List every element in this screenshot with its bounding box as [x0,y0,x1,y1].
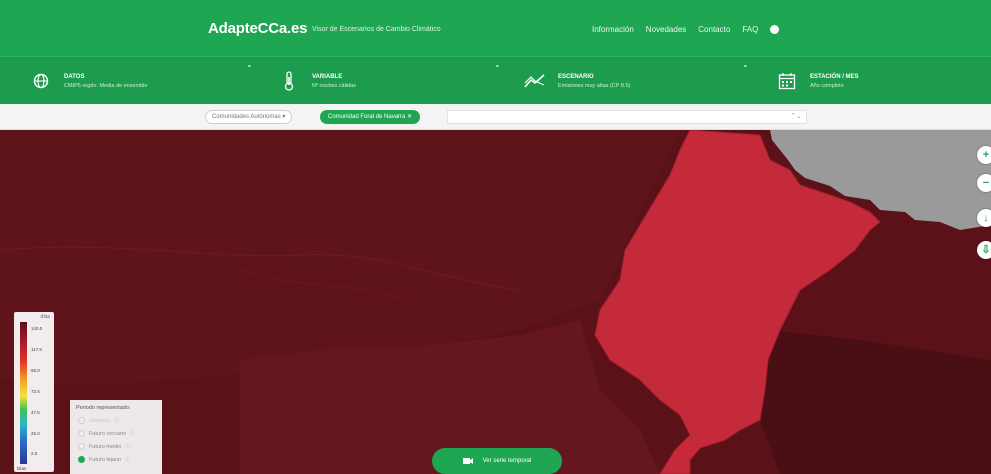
chevron-down-icon: ⌄ [742,60,749,69]
radio-checked-icon [78,456,85,463]
globe-icon [28,68,54,94]
legend-tick: 2.5 [31,451,38,456]
radio-icon [78,430,85,437]
selector-estacion[interactable]: ESTACIÓN / MES Año completo [774,57,974,105]
selector-variable[interactable]: VARIABLE Nº noches cálidas ⌄ [276,57,506,105]
period-option-medio[interactable]: Futuro medio ⓘ [70,443,162,450]
legend-tick: 117.5 [31,347,42,352]
legend-tick: 25.0 [31,431,40,436]
info-icon: ⓘ [130,431,136,437]
legend-color-bar [20,322,27,464]
legend-tick: 95.0 [31,368,40,373]
chevron-down-icon: ⌄ [246,60,253,69]
period-option-label: Futuro cercano [89,430,126,437]
legend-tick: 47.5 [31,410,40,415]
nav-faq[interactable]: FAQ [742,25,758,34]
brand-logo[interactable]: AdapteCCa.es [208,20,307,37]
nav-novedades[interactable]: Novedades [646,25,686,34]
selector-escenario-value: Emisiones muy altas (CP 8.5) [558,82,631,89]
selector-variable-value: Nº noches cálidas [312,82,356,89]
time-series-button[interactable]: Ver serie temporal [432,448,562,474]
site-tagline: Visor de Escenarios de Cambio Climático [312,26,441,33]
legend-tick: 72.5 [31,389,40,394]
period-panel-title: Periodo representado: [76,405,131,411]
top-header: AdapteCCa.es Visor de Escenarios de Camb… [0,0,991,56]
legend-tick: 140.0 [31,326,43,331]
selector-datos-value: CMIP5 regdo. Media de ensemble [64,82,148,89]
selector-variable-title: VARIABLE [312,73,343,80]
selector-datos[interactable]: DATOS CMIP5 regdo. Media de ensemble ⌄ [28,57,258,105]
region-search-input[interactable]: ⌃⌄ [447,110,807,124]
legend-bottom-label: Días [17,466,27,471]
radio-icon [78,443,85,450]
info-icon: ⓘ [114,418,120,424]
selected-region-chip[interactable]: Comunidad Foral de Navarra ✕ [320,110,421,124]
period-option-lejano[interactable]: Futuro lejano ⓘ [70,456,162,463]
selector-estacion-value: Año completo [810,82,844,89]
download-icon[interactable]: ↓ [977,209,991,227]
period-option-label: Futuro lejano [89,456,122,463]
nav-contacto[interactable]: Contacto [698,25,730,34]
time-series-label: Ver serie temporal [482,458,532,464]
region-type-dropdown[interactable]: Comunidades Autónomas ▾ [205,110,293,124]
period-option-historico[interactable]: Histórico ⓘ [70,417,162,424]
thermometer-icon [276,68,302,94]
period-option-cercano[interactable]: Futuro cercano ⓘ [70,430,162,437]
calendar-icon [774,68,800,94]
selector-estacion-title: ESTACIÓN / MES [810,73,859,80]
region-filter-bar: Comunidades Autónomas ▾ Comunidad Foral … [0,104,991,130]
zoom-in-button[interactable]: + [977,146,991,164]
color-legend: días 140.0 117.5 95.0 72.5 47.5 25.0 2.5… [14,312,54,472]
camera-icon [462,458,473,464]
period-option-label: Histórico [89,417,111,424]
chevron-down-icon: ⌄ [494,60,501,69]
help-icon[interactable]: ? [770,25,780,34]
trend-icon [522,68,548,94]
top-nav: Información Novedades Contacto FAQ ? [592,25,780,34]
selector-datos-title: DATOS [64,73,85,80]
info-icon: ⓘ [125,457,131,463]
select-arrows-icon: ⌃⌄ [790,113,802,120]
period-option-label: Futuro medio [89,443,122,450]
export-icon[interactable]: ⇩ [977,241,991,259]
nav-informacion[interactable]: Información [592,25,634,34]
radio-icon [78,417,85,424]
selector-bar: DATOS CMIP5 regdo. Media de ensemble ⌄ V… [0,56,991,104]
selector-escenario[interactable]: ESCENARIO Emisiones muy altas (CP 8.5) ⌄ [522,57,752,105]
info-icon: ⓘ [125,444,131,450]
period-panel: Periodo representado: Histórico ⓘ Futuro… [70,400,162,474]
legend-unit: días [40,314,50,320]
selector-escenario-title: ESCENARIO [558,73,594,80]
zoom-out-button[interactable]: − [977,174,991,192]
